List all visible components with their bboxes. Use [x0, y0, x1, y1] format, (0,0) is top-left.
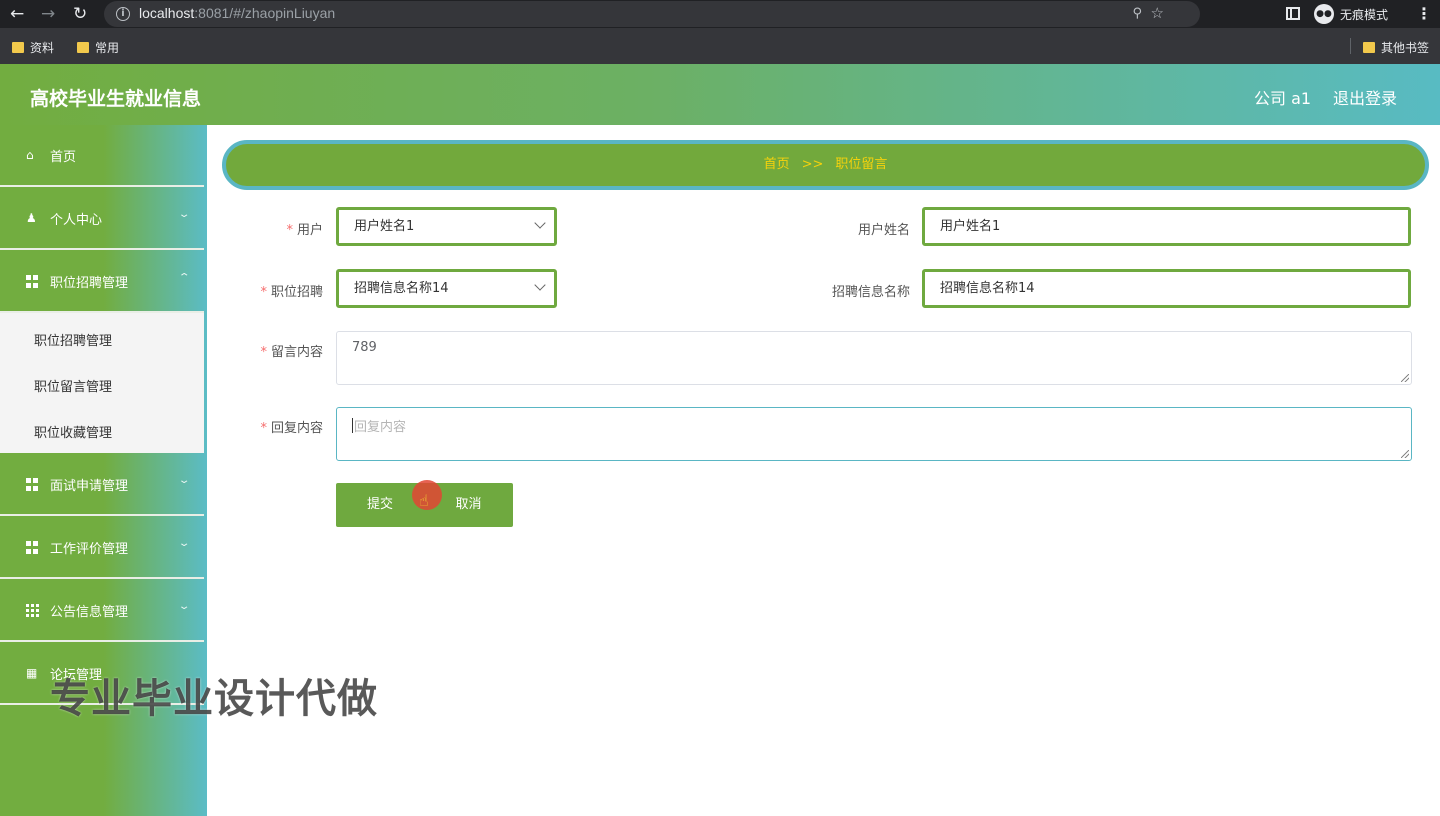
bookmarks-bar: 资料 常用 其他书签 [0, 28, 1440, 64]
reply-textarea[interactable]: 回复内容 [336, 407, 1412, 461]
bookmark-label: 其他书签 [1381, 41, 1430, 55]
side-panel-icon[interactable] [1286, 7, 1300, 20]
key-icon[interactable]: ⚲ [1132, 6, 1142, 21]
forward-arrow-icon[interactable]: → [41, 4, 55, 24]
breadcrumb-home[interactable]: 首页 [764, 157, 790, 172]
submenu-item-job-favorites[interactable]: 职位收藏管理 [34, 422, 112, 441]
other-bookmarks[interactable]: 其他书签 [1363, 39, 1429, 56]
username-field[interactable]: 用户姓名1 [922, 207, 1411, 246]
home-icon: ⌂ [26, 148, 34, 162]
breadcrumb-current: 职位留言 [835, 157, 888, 172]
clipboard-icon: ▦ [26, 666, 38, 680]
reply-label-text: 回复内容 [270, 421, 323, 436]
url-path: :8081/#/zhaopinLiuyan [194, 5, 336, 21]
reply-placeholder: 回复内容 [354, 420, 407, 435]
chevron-down-icon [534, 217, 546, 229]
address-bar[interactable]: i localhost:8081/#/zhaopinLiuyan ⚲ ☆ [104, 1, 1200, 27]
job-select[interactable]: 招聘信息名称14 [336, 269, 557, 308]
sidebar-item-label: 公告信息管理 [50, 605, 129, 620]
submit-button[interactable]: 提交 [336, 483, 424, 527]
bookmark-folder[interactable]: 资料 [12, 39, 54, 56]
sidebar-item-announcements[interactable]: 公告信息管理 ⌄ [0, 580, 204, 642]
user-select-value: 用户姓名1 [354, 219, 415, 234]
incognito-indicator[interactable]: ●● 无痕模式 [1314, 3, 1388, 25]
logout-link[interactable]: 退出登录 [1333, 85, 1397, 109]
job-label-text: 职位招聘 [270, 285, 323, 300]
chevron-down-icon: ⌄ [177, 209, 191, 220]
sidebar-item-label: 工作评价管理 [50, 542, 129, 557]
grid-icon [26, 541, 39, 554]
resize-handle[interactable] [1401, 374, 1409, 382]
grid-icon [26, 275, 39, 288]
sidebar-item-evaluation[interactable]: 工作评价管理 ⌄ [0, 517, 204, 579]
app-header: 高校毕业生就业信息 公司 a1 退出登录 [0, 64, 1440, 125]
grid-icon [26, 478, 39, 491]
jobname-label: 招聘信息名称 [831, 285, 910, 300]
user-label: * 用户 [286, 223, 323, 238]
job-select-value: 招聘信息名称14 [354, 281, 449, 296]
sidebar-item-profile[interactable]: ♟ 个人中心 ⌄ [0, 188, 204, 250]
app-title: 高校毕业生就业信息 [30, 88, 202, 110]
text-caret [352, 418, 353, 433]
chevron-down-icon: ⌄ [177, 538, 191, 549]
bookmark-folder[interactable]: 常用 [77, 39, 119, 56]
user-icon: ♟ [26, 211, 37, 225]
user-label-text: 用户 [296, 223, 323, 238]
back-arrow-icon[interactable]: ← [10, 4, 24, 24]
chevron-down-icon: ⌄ [177, 475, 191, 486]
job-label: * 职位招聘 [260, 285, 323, 300]
sidebar-item-label: 个人中心 [50, 213, 103, 228]
submenu-item-job-recruitment[interactable]: 职位招聘管理 [34, 330, 112, 349]
chevron-up-icon: ⌄ [177, 270, 191, 281]
browser-toolbar: ← → ↻ i localhost:8081/#/zhaopinLiuyan ⚲… [0, 0, 1440, 28]
username-label: 用户姓名 [857, 223, 910, 238]
watermark-text: 专业毕业设计代做 [50, 676, 378, 722]
submenu-item-job-messages[interactable]: 职位留言管理 [34, 376, 112, 395]
folder-icon [77, 42, 89, 53]
current-user: 公司 a1 [1254, 89, 1312, 108]
jobname-field[interactable]: 招聘信息名称14 [922, 269, 1411, 308]
sidebar-item-job-recruitment[interactable]: 职位招聘管理 ⌄ [0, 251, 204, 313]
bookmark-label: 资料 [30, 41, 55, 55]
bookmark-label: 常用 [95, 41, 120, 55]
sidebar-item-label: 首页 [50, 150, 77, 165]
message-label-text: 留言内容 [270, 345, 323, 360]
user-select[interactable]: 用户姓名1 [336, 207, 557, 246]
pointer-hand-icon: ☝ [419, 491, 429, 510]
grid9-icon [26, 604, 39, 617]
folder-icon [12, 42, 24, 53]
message-textarea[interactable]: 789 [336, 331, 1412, 385]
chevron-down-icon: ⌄ [177, 601, 191, 612]
sidebar-item-interview[interactable]: 面试申请管理 ⌄ [0, 454, 204, 516]
bookmark-divider [1350, 38, 1351, 54]
browser-menu-icon[interactable]: ⋮ [1416, 4, 1432, 23]
submenu-job-recruitment: 职位招聘管理 职位留言管理 职位收藏管理 [0, 313, 204, 453]
bookmark-star-icon[interactable]: ☆ [1151, 4, 1164, 22]
incognito-icon: ●● [1314, 4, 1334, 24]
incognito-label: 无痕模式 [1340, 7, 1389, 22]
url-text: localhost:8081/#/zhaopinLiuyan [139, 5, 335, 21]
reload-icon[interactable]: ↻ [73, 4, 87, 24]
url-host: localhost [139, 5, 195, 21]
sidebar-item-home[interactable]: ⌂ 首页 [0, 125, 204, 187]
sidebar-item-label: 职位招聘管理 [50, 276, 129, 291]
message-label: * 留言内容 [260, 345, 323, 360]
breadcrumb: 首页 >> 职位留言 [222, 140, 1429, 190]
breadcrumb-separator: >> [801, 157, 824, 172]
resize-handle[interactable] [1401, 450, 1409, 458]
chevron-down-icon [534, 279, 546, 291]
site-info-icon[interactable]: i [116, 7, 130, 21]
sidebar-item-label: 面试申请管理 [50, 479, 129, 494]
folder-icon [1363, 42, 1375, 53]
reply-label: * 回复内容 [260, 421, 323, 436]
message-value: 789 [352, 340, 377, 355]
